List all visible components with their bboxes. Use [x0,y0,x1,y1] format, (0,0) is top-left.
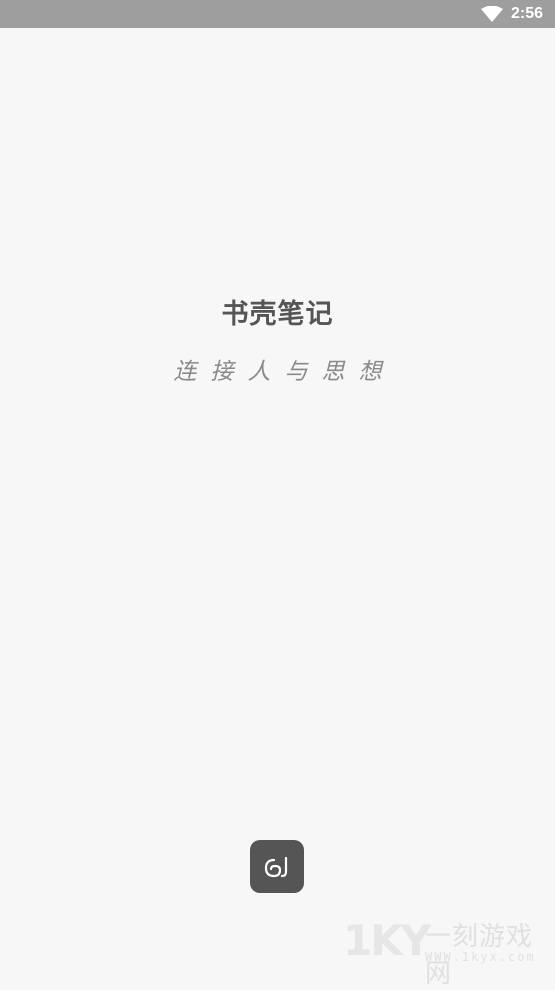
watermark-logo: 1KY [343,916,431,965]
app-title: 书壳笔记 [221,299,334,330]
status-bar: 2:56 [0,0,555,28]
watermark-url: WWW.1kyx.com [425,950,536,964]
app-logo-icon [250,840,304,893]
watermark: 1KY 一刻游戏网 WWW.1kyx.com [343,912,555,989]
wifi-icon [480,6,503,22]
status-icons: 2:56 [480,0,543,28]
status-time: 2:56 [510,5,543,22]
app-slogan: 连接人与思想 [173,359,396,385]
